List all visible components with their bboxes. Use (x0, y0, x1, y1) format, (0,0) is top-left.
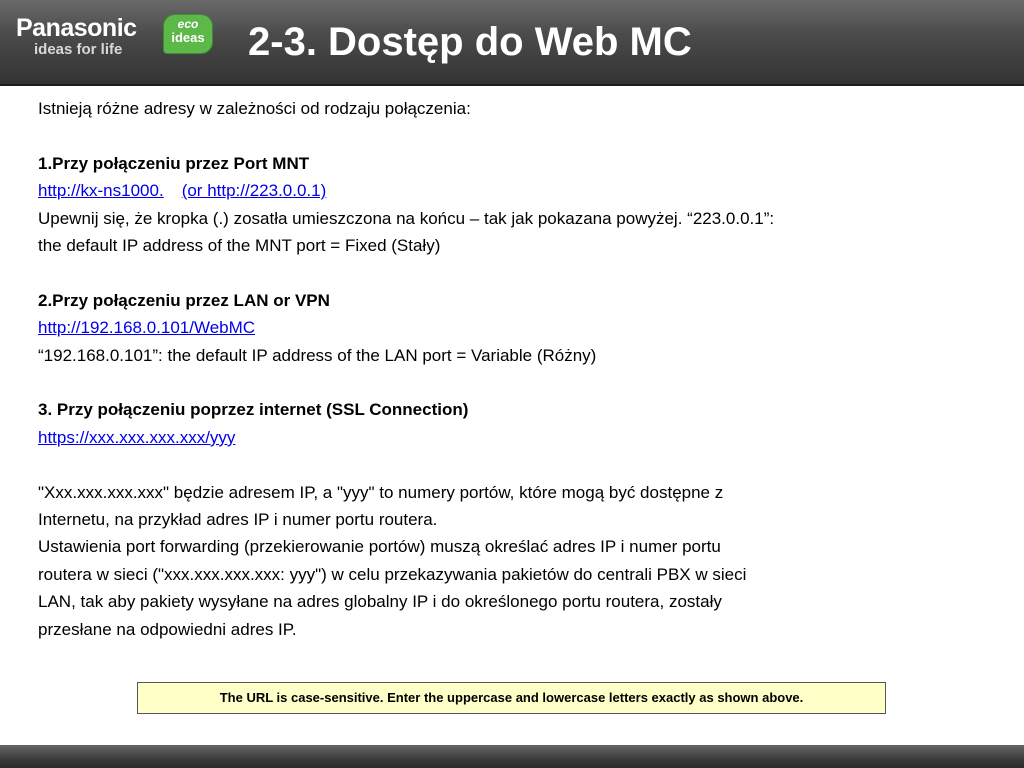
panasonic-logo: Panasonic ideas for life eco ideas (16, 14, 221, 64)
section3-heading: 3. Przy połączeniu poprzez internet (SSL… (38, 400, 469, 420)
brand-name: Panasonic (16, 14, 137, 42)
eco-badge-line2: ideas (171, 30, 205, 45)
section2-link-line: http://192.168.0.101/WebMC (38, 314, 968, 341)
section2-line1: “192.168.0.101”: the default IP address … (38, 345, 597, 365)
section3-link-line: https://xxx.xxx.xxx.xxx/yyy (38, 424, 968, 451)
section2-heading: 2.Przy połączeniu przez LAN or VPN (38, 290, 330, 310)
slide-footer-bar (0, 745, 1024, 768)
mnt-ip-link[interactable]: (or http://223.0.0.1) (182, 181, 327, 200)
explanation-line: routera w sieci ("xxx.xxx.xxx.xxx: yyy")… (38, 564, 747, 584)
section1-heading: 1.Przy połączeniu przez Port MNT (38, 153, 310, 173)
mnt-hostname-link[interactable]: http://kx-ns1000. (38, 181, 164, 200)
brand-tagline: ideas for life (34, 41, 123, 58)
slide-title: 2-3. Dostęp do Web MC (248, 20, 692, 64)
section1-line2: the default IP address of the MNT port =… (38, 236, 441, 256)
slide-header: Panasonic ideas for life eco ideas 2-3. … (0, 0, 1024, 86)
slide-body: Istnieją różne adresy w zależności od ro… (38, 95, 968, 643)
explanation-line: "Xxx.xxx.xxx.xxx" będzie adresem IP, a "… (38, 482, 724, 502)
section1-line1: Upewnij się, że kropka (.) zosatła umies… (38, 208, 775, 228)
intro-text: Istnieją różne adresy w zależności od ro… (38, 99, 471, 118)
explanation-line: Internetu, na przykład adres IP i numer … (38, 510, 438, 530)
explanation-line: przesłane na odpowiedni adres IP. (38, 619, 297, 639)
explanation-line: LAN, tak aby pakiety wysyłane na adres g… (38, 592, 722, 612)
ssl-link[interactable]: https://xxx.xxx.xxx.xxx/yyy (38, 428, 235, 447)
lan-webmc-link[interactable]: http://192.168.0.101/WebMC (38, 318, 255, 337)
eco-ideas-badge-icon: eco ideas (163, 14, 213, 54)
case-sensitive-note: The URL is case-sensitive. Enter the upp… (137, 682, 886, 714)
section1-links: http://kx-ns1000. (or http://223.0.0.1) (38, 177, 968, 204)
explanation-line: Ustawienia port forwarding (przekierowan… (38, 537, 721, 557)
